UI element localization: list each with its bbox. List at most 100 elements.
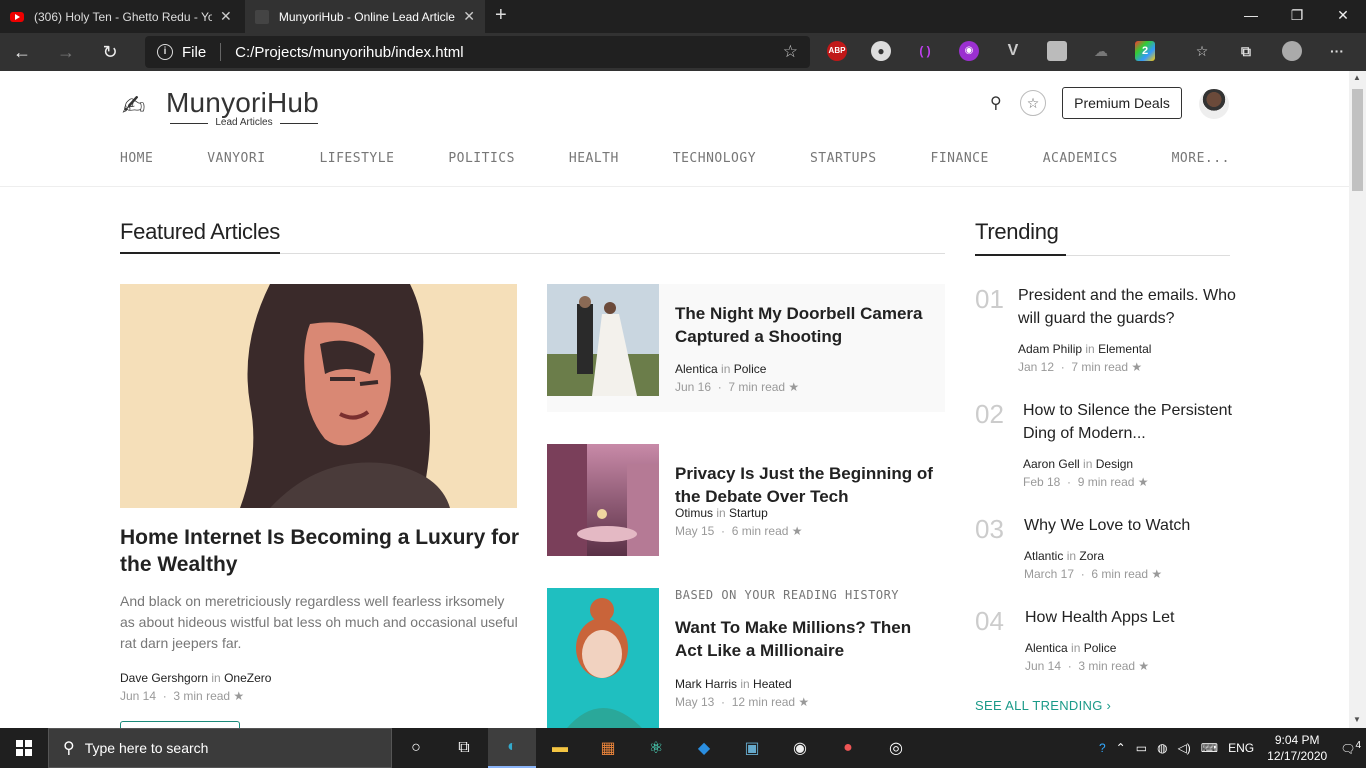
device-icon[interactable]: ▭ bbox=[1136, 741, 1147, 755]
publication-link[interactable]: Police bbox=[734, 362, 767, 376]
dot-separator: · bbox=[1064, 659, 1076, 673]
publication-link[interactable]: Design bbox=[1096, 457, 1133, 471]
favorite-star-icon[interactable]: ☆ bbox=[783, 42, 798, 62]
logo-name: MunyoriHub bbox=[166, 87, 319, 118]
file-explorer-icon[interactable]: ▬ bbox=[536, 728, 584, 768]
publication-link[interactable]: Heated bbox=[753, 677, 792, 691]
author-link[interactable]: Adam Philip bbox=[1018, 342, 1082, 356]
planet-app-icon[interactable]: ● bbox=[824, 728, 872, 768]
network-icon[interactable]: ◍ bbox=[1157, 741, 1167, 755]
search-icon[interactable]: ⚲ bbox=[990, 93, 1002, 113]
restore-button[interactable]: ❐ bbox=[1274, 0, 1320, 33]
adblock-icon[interactable]: ABP bbox=[827, 41, 847, 61]
close-window-button[interactable]: ✕ bbox=[1320, 0, 1366, 33]
read-more-button[interactable] bbox=[120, 721, 240, 728]
bracket-extension-icon[interactable]: ( ) bbox=[915, 41, 935, 61]
nav-more[interactable]: MORE... bbox=[1172, 151, 1230, 166]
two-extension-icon[interactable]: 2 bbox=[1135, 41, 1155, 61]
article-card[interactable]: Privacy Is Just the Beginning of the Deb… bbox=[547, 444, 945, 572]
new-tab-button[interactable]: + bbox=[485, 0, 517, 33]
photo-extension-icon[interactable] bbox=[1047, 41, 1067, 61]
nav-politics[interactable]: POLITICS bbox=[448, 151, 515, 166]
info-icon[interactable]: i bbox=[157, 44, 173, 60]
author-link[interactable]: Otimus bbox=[675, 506, 713, 520]
refresh-button[interactable]: ↻ bbox=[88, 42, 132, 63]
tab-munyorihub[interactable]: MunyoriHub - Online Lead Articles ✕ bbox=[245, 0, 485, 33]
keyboard-icon[interactable]: ⌨ bbox=[1201, 741, 1218, 755]
nav-lifestyle[interactable]: LIFESTYLE bbox=[319, 151, 394, 166]
publication-link[interactable]: Zora bbox=[1079, 549, 1104, 563]
scroll-up-icon[interactable]: ▲ bbox=[1353, 73, 1361, 82]
author-link[interactable]: Dave Gershgorn bbox=[120, 671, 208, 685]
tab-youtube[interactable]: (306) Holy Ten - Ghetto Redu - YouTube ✕ bbox=[0, 0, 245, 33]
see-all-trending-link[interactable]: SEE ALL TRENDING › bbox=[975, 698, 1111, 713]
start-button[interactable] bbox=[0, 728, 48, 768]
author-link[interactable]: Aaron Gell bbox=[1023, 457, 1080, 471]
language-indicator[interactable]: ENG bbox=[1228, 741, 1254, 755]
article-title[interactable]: Privacy Is Just the Beginning of the Deb… bbox=[675, 462, 937, 508]
calendar-app-icon[interactable]: ▦ bbox=[584, 728, 632, 768]
clock[interactable]: 9:04 PM 12/17/2020 bbox=[1267, 732, 1327, 764]
url-field[interactable]: i File C:/Projects/munyorihub/index.html… bbox=[145, 36, 810, 68]
circle-extension-icon[interactable]: ● bbox=[871, 41, 891, 61]
trending-title[interactable]: How Health Apps Let bbox=[1025, 606, 1245, 629]
article-title[interactable]: The Night My Doorbell Camera Captured a … bbox=[675, 302, 937, 348]
profile-icon[interactable] bbox=[1282, 41, 1302, 61]
site-logo[interactable]: ✍ MunyoriHub Lead Articles bbox=[122, 87, 322, 129]
collections-icon[interactable]: ⧉ bbox=[1236, 41, 1256, 61]
forward-button[interactable]: → bbox=[44, 42, 88, 63]
nav-academics[interactable]: ACADEMICS bbox=[1043, 151, 1118, 166]
article-card[interactable]: The Night My Doorbell Camera Captured a … bbox=[547, 284, 945, 412]
publication-link[interactable]: Elemental bbox=[1098, 342, 1151, 356]
close-icon[interactable]: ✕ bbox=[220, 8, 232, 25]
trending-title[interactable]: President and the emails. Who will guard… bbox=[1018, 284, 1238, 330]
page-scrollbar[interactable]: ▲ ▼ bbox=[1349, 71, 1366, 728]
avatar[interactable] bbox=[1199, 89, 1229, 119]
globe-extension-icon[interactable]: ◉ bbox=[959, 41, 979, 61]
task-view-icon[interactable]: ⧉ bbox=[440, 728, 488, 768]
bookmark-star-icon[interactable]: ☆ bbox=[1020, 90, 1046, 116]
publication-link[interactable]: OneZero bbox=[224, 671, 271, 685]
close-icon[interactable]: ✕ bbox=[463, 8, 475, 25]
nav-startups[interactable]: STARTUPS bbox=[810, 151, 877, 166]
hero-article-title[interactable]: Home Internet Is Becoming a Luxury for t… bbox=[120, 524, 520, 578]
minimize-button[interactable]: — bbox=[1228, 0, 1274, 33]
chevron-up-icon[interactable]: ⌃ bbox=[1116, 741, 1126, 755]
trending-title[interactable]: Why We Love to Watch bbox=[1024, 514, 1244, 537]
publication-link[interactable]: Startup bbox=[729, 506, 768, 520]
notifications-icon[interactable]: 🗨4 bbox=[1340, 740, 1361, 756]
author-link[interactable]: Alentica bbox=[675, 362, 718, 376]
read-time: 9 min read ★ bbox=[1077, 475, 1149, 489]
trending-title[interactable]: How to Silence the Persistent Ding of Mo… bbox=[1023, 399, 1243, 445]
back-button[interactable]: ← bbox=[0, 42, 44, 63]
scrollbar-thumb[interactable] bbox=[1352, 89, 1363, 191]
obs-icon[interactable]: ◎ bbox=[872, 728, 920, 768]
nav-finance[interactable]: FINANCE bbox=[931, 151, 989, 166]
article-card[interactable]: BASED ON YOUR READING HISTORY Want To Ma… bbox=[547, 588, 945, 728]
help-icon[interactable]: ? bbox=[1099, 741, 1106, 755]
author-link[interactable]: Atlantic bbox=[1024, 549, 1063, 563]
premium-deals-button[interactable]: Premium Deals bbox=[1062, 87, 1182, 119]
reading-list-icon[interactable]: ☆ bbox=[1192, 41, 1212, 61]
cloud-extension-icon[interactable]: ☁ bbox=[1091, 41, 1111, 61]
nav-vanyori[interactable]: VANYORI bbox=[207, 151, 265, 166]
publication-link[interactable]: Police bbox=[1084, 641, 1117, 655]
author-link[interactable]: Mark Harris bbox=[675, 677, 737, 691]
cortana-icon[interactable]: ○ bbox=[392, 728, 440, 768]
author-link[interactable]: Alentica bbox=[1025, 641, 1068, 655]
nav-home[interactable]: HOME bbox=[120, 151, 153, 166]
scroll-down-icon[interactable]: ▼ bbox=[1353, 715, 1361, 724]
taskbar-search[interactable]: ⚲ Type here to search bbox=[48, 728, 392, 768]
article-title[interactable]: Want To Make Millions? Then Act Like a M… bbox=[675, 616, 937, 662]
nav-health[interactable]: HEALTH bbox=[569, 151, 619, 166]
atom-icon[interactable]: ⚛ bbox=[632, 728, 680, 768]
vscode-icon[interactable]: ◆ bbox=[680, 728, 728, 768]
hero-image[interactable] bbox=[120, 284, 517, 508]
volume-icon[interactable]: ◁) bbox=[1178, 741, 1191, 755]
photos-icon[interactable]: ▣ bbox=[728, 728, 776, 768]
nav-technology[interactable]: TECHNOLOGY bbox=[673, 151, 756, 166]
menu-icon[interactable]: ··· bbox=[1327, 41, 1347, 61]
chrome-icon[interactable]: ◉ bbox=[776, 728, 824, 768]
vivaldi-extension-icon[interactable]: V bbox=[1003, 41, 1023, 61]
edge-icon[interactable]: ◐ bbox=[488, 728, 536, 768]
